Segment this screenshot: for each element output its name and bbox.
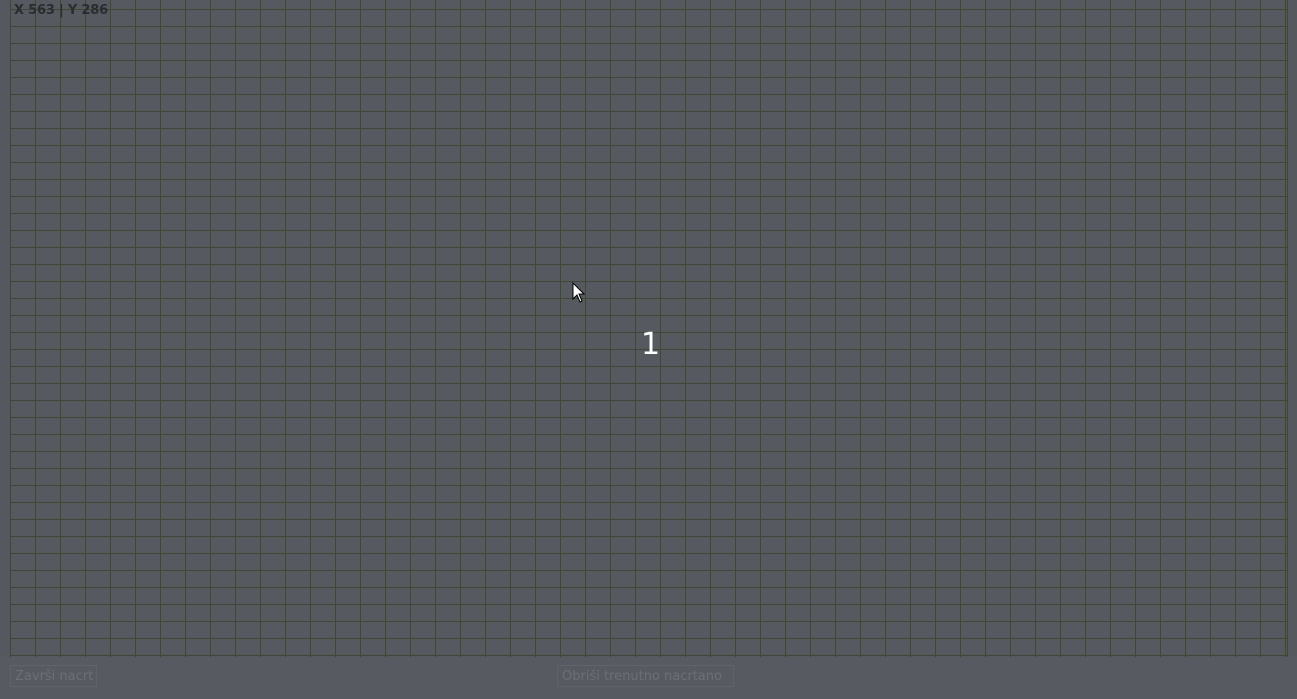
counter-label: 1 xyxy=(641,327,661,362)
clear-drawing-button[interactable]: Obriši trenutno nacrtano xyxy=(557,665,734,687)
cursor-coordinates-readout: X 563 | Y 286 xyxy=(14,3,108,18)
finish-sketch-button[interactable]: Završi nacrt xyxy=(10,665,97,687)
drawing-app: X 563 | Y 286 1 Završi nacrt Obriši tren… xyxy=(0,0,1297,699)
mouse-pointer-icon xyxy=(572,282,585,303)
